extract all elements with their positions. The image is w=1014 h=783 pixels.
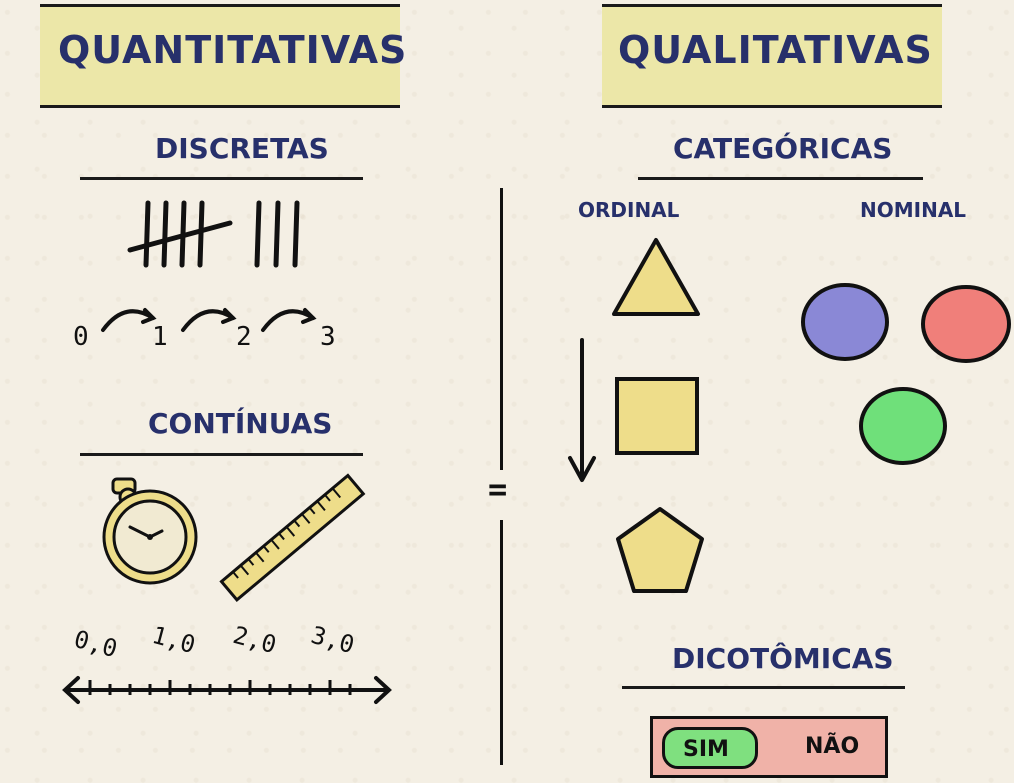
count-label-0: 0 [73,322,89,352]
toggle-no-label[interactable]: NÃO [805,734,859,759]
title-quantitativas: QUANTITATIVAS [58,28,408,72]
down-arrow-icon [568,338,596,482]
heading-categoricas: CATEGÓRICAS [673,132,893,165]
divider-top [500,188,503,470]
pentagon-icon [616,507,704,593]
underline-dicotomicas [622,686,905,689]
triangle-icon [612,238,700,316]
ruler-icon [219,473,366,603]
heading-discretas: DISCRETAS [155,132,329,165]
title-qualitativas: QUALITATIVAS [618,28,933,72]
blue-circle-icon [801,283,889,361]
toggle-yes-label: SIM [683,737,729,762]
underline-categoricas [638,177,923,180]
heading-dicotomicas: DICOTÔMICAS [672,642,894,675]
number-line-icon [62,676,392,704]
green-circle-icon [859,387,947,465]
square-icon [615,377,699,455]
heading-continuas: CONTÍNUAS [148,407,333,440]
underline-discretas [80,177,363,180]
red-circle-icon [921,285,1011,363]
toggle-option-yes[interactable]: SIM [662,727,758,769]
yes-no-toggle[interactable]: SIM NÃO [650,716,888,778]
divider-bottom [500,520,503,765]
not-equal-symbol: = [488,470,508,508]
step-arrows-icon [101,308,317,332]
label-ordinal: ORDINAL [578,198,680,222]
underline-continuas [80,453,363,456]
label-nominal: NOMINAL [860,198,967,222]
tally-marks-icon [127,200,300,268]
stopwatch-icon [102,477,198,585]
